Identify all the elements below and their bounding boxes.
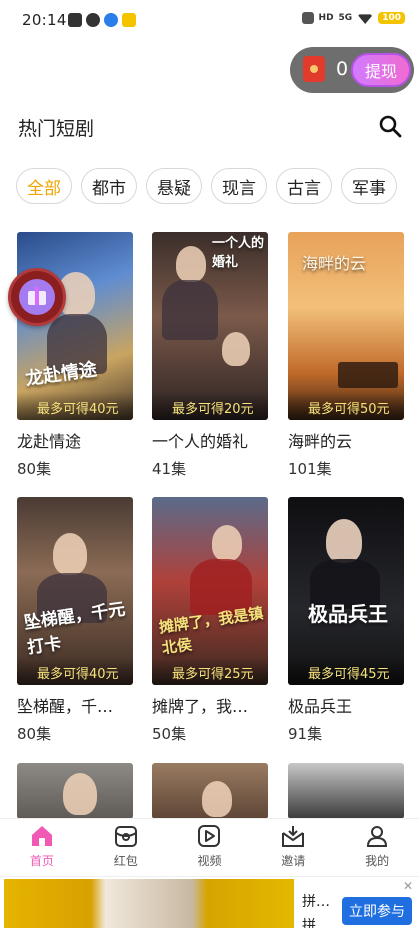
ad-text-line-2: 拼…: [302, 918, 330, 928]
poster-title: 一个人的婚礼: [212, 236, 265, 270]
poster-title: 摊牌了，我是镇北侯: [157, 604, 265, 658]
drama-poster[interactable]: 极品兵王 最多可得45元: [288, 497, 404, 685]
episode-count: 80集: [17, 460, 52, 478]
episode-count: 91集: [288, 725, 323, 743]
home-icon: [31, 826, 52, 846]
drama-poster[interactable]: 摊牌了，我是镇北侯 最多可得25元: [152, 497, 268, 685]
status-bar: 20:14 HD 5G 100: [0, 0, 419, 40]
close-icon[interactable]: ✕: [403, 879, 413, 893]
earn-label: 最多可得20元: [152, 392, 268, 420]
poster-figure: [326, 519, 362, 563]
hd-label: HD: [318, 13, 334, 23]
nav-label: 首页: [29, 854, 54, 868]
drama-title: 龙赴情途: [17, 432, 82, 451]
poster-title: 极品兵王: [308, 602, 388, 626]
drama-title: 摊牌了，我…: [152, 697, 249, 716]
drama-title: 一个人的婚礼: [152, 432, 249, 451]
category-chips: 全部 都市 悬疑 现言 古言 军事: [16, 168, 397, 204]
nav-video[interactable]: 视频: [168, 819, 252, 876]
red-envelope-icon: [303, 56, 325, 82]
floating-gift-button[interactable]: [8, 268, 66, 326]
poster-figure: [202, 781, 232, 817]
ad-join-button[interactable]: 立即参与: [342, 897, 412, 925]
drama-card[interactable]: [288, 763, 404, 819]
earn-label: 最多可得25元: [152, 657, 268, 685]
ad-banner[interactable]: 拼… 拼… 立即参与 ✕: [0, 876, 419, 928]
drama-poster[interactable]: [17, 763, 133, 819]
drama-poster[interactable]: [152, 763, 268, 819]
gallery-notification-icon: [68, 13, 82, 27]
earn-label: 最多可得40元: [17, 392, 133, 420]
chip-ancient-romance[interactable]: 古言: [276, 168, 332, 204]
poster-figure: [162, 280, 218, 340]
poster-figure: [176, 246, 206, 282]
drama-poster[interactable]: 海畔的云 最多可得50元: [288, 232, 404, 420]
nav-label: 我的: [365, 854, 390, 868]
drama-card[interactable]: [17, 763, 133, 819]
earn-label: 最多可得40元: [17, 657, 133, 685]
episode-count: 80集: [17, 725, 52, 743]
drama-card[interactable]: 一个人的婚礼 最多可得20元 一个人的婚礼 41集: [152, 232, 268, 479]
status-notification-icons: [68, 13, 136, 27]
drama-card[interactable]: 极品兵王 最多可得45元 极品兵王 91集: [288, 497, 404, 744]
bell-notification-icon: [104, 13, 118, 27]
withdraw-button[interactable]: 提现: [351, 53, 411, 87]
chip-military[interactable]: 军事: [341, 168, 397, 204]
reward-count: 0: [336, 58, 349, 80]
search-icon[interactable]: [378, 114, 402, 138]
poster-figure: [222, 332, 250, 366]
episode-count: 50集: [152, 725, 187, 743]
drama-card[interactable]: 摊牌了，我是镇北侯 最多可得25元 摊牌了，我… 50集: [152, 497, 268, 744]
gift-icon: [19, 279, 55, 315]
poster-figure: [53, 533, 87, 575]
poster-title: 海畔的云: [302, 254, 367, 273]
nav-red-packet[interactable]: 红包: [84, 819, 168, 876]
chip-all[interactable]: 全部: [16, 168, 72, 204]
episode-count: 101集: [288, 460, 332, 478]
nav-home[interactable]: 首页: [0, 819, 84, 876]
chip-suspense[interactable]: 悬疑: [146, 168, 202, 204]
nav-profile[interactable]: 我的: [335, 819, 419, 876]
ad-text-line-1: 拼…: [302, 894, 330, 910]
page-title: 热门短剧: [18, 118, 95, 140]
drama-card[interactable]: 海畔的云 最多可得50元 海畔的云 101集: [288, 232, 404, 479]
nav-label: 视频: [197, 854, 222, 868]
earn-label: 最多可得45元: [288, 657, 404, 685]
ad-image[interactable]: [4, 879, 294, 928]
video-icon: [198, 825, 221, 847]
drama-card[interactable]: 坠梯醒，千元打卡 最多可得40元 坠梯醒，千… 80集: [17, 497, 133, 744]
drama-card[interactable]: [152, 763, 268, 819]
drama-title: 坠梯醒，千…: [17, 697, 114, 716]
chip-urban[interactable]: 都市: [81, 168, 137, 204]
red-packet-icon: [114, 826, 137, 847]
earn-label: 最多可得50元: [288, 392, 404, 420]
episode-count: 41集: [152, 460, 187, 478]
drama-title: 极品兵王: [288, 697, 353, 716]
status-system-icons: HD 5G 100: [301, 12, 405, 24]
drama-poster[interactable]: [288, 763, 404, 819]
profile-icon: [367, 826, 388, 847]
mute-icon: [301, 12, 314, 24]
chip-modern-romance[interactable]: 现言: [211, 168, 267, 204]
app-notification-icon: [122, 13, 136, 27]
drama-poster[interactable]: 坠梯醒，千元打卡 最多可得40元: [17, 497, 133, 685]
poster-title: 龙赴情途: [24, 359, 99, 390]
wifi-icon: [357, 14, 374, 24]
poster-figure: [212, 525, 242, 561]
nav-label: 红包: [113, 854, 138, 868]
poster-figure: [338, 362, 398, 388]
invite-icon: [282, 826, 305, 847]
battery-indicator: 100: [378, 12, 405, 24]
nav-invite[interactable]: 邀请: [251, 819, 335, 876]
poster-figure: [63, 773, 97, 815]
reward-widget[interactable]: 0 提现: [290, 47, 414, 93]
drama-poster[interactable]: 一个人的婚礼 最多可得20元: [152, 232, 268, 420]
drama-poster[interactable]: 龙赴情途 最多可得40元: [17, 232, 133, 420]
drama-title: 海畔的云: [288, 432, 353, 451]
bottom-navigation: 首页 红包 视频 邀请 我的: [0, 818, 419, 876]
check-notification-icon: [86, 13, 100, 27]
status-time: 20:14: [22, 11, 67, 29]
signal-label: 5G: [338, 13, 353, 23]
nav-label: 邀请: [281, 854, 306, 868]
